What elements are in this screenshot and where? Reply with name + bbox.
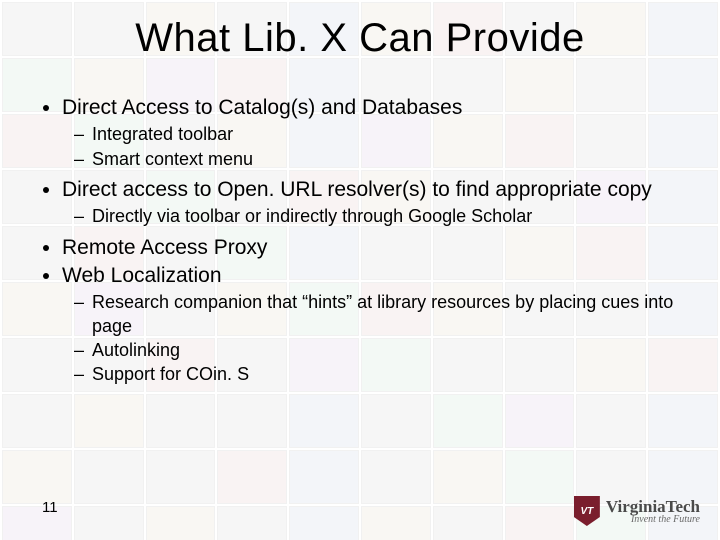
page-number: 11: [42, 499, 58, 516]
vt-name: VirginiaTech: [606, 498, 700, 515]
sub-bullet-item: Smart context menu: [92, 148, 692, 171]
sub-bullet-list: Directly via toolbar or indirectly throu…: [62, 205, 692, 228]
bullet-item: Direct Access to Catalog(s) and Database…: [62, 95, 692, 121]
vt-shield-icon: [574, 496, 600, 526]
bullet-item: Remote Access Proxy: [62, 235, 692, 261]
bullet-item: Direct access to Open. URL resolver(s) t…: [62, 177, 692, 203]
sub-bullet-list: Research companion that “hints” at libra…: [62, 291, 692, 387]
sub-bullet-item: Integrated toolbar: [92, 123, 692, 146]
sub-bullet-item: Autolinking: [92, 339, 692, 362]
sub-bullet-list: Integrated toolbarSmart context menu: [62, 123, 692, 171]
bullet-item: Web Localization: [62, 263, 692, 289]
vt-tagline: Invent the Future: [606, 515, 700, 525]
sub-bullet-item: Research companion that “hints” at libra…: [92, 291, 692, 338]
slide-content: What Lib. X Can Provide Direct Access to…: [0, 0, 720, 387]
sub-bullet-item: Support for COin. S: [92, 363, 692, 386]
sub-bullet-item: Directly via toolbar or indirectly throu…: [92, 205, 692, 228]
bullet-list: Direct Access to Catalog(s) and Database…: [28, 95, 692, 387]
vt-logo-text: VirginiaTech Invent the Future: [606, 498, 700, 525]
virginia-tech-logo: VirginiaTech Invent the Future: [574, 496, 700, 526]
slide-title: What Lib. X Can Provide: [28, 16, 692, 61]
